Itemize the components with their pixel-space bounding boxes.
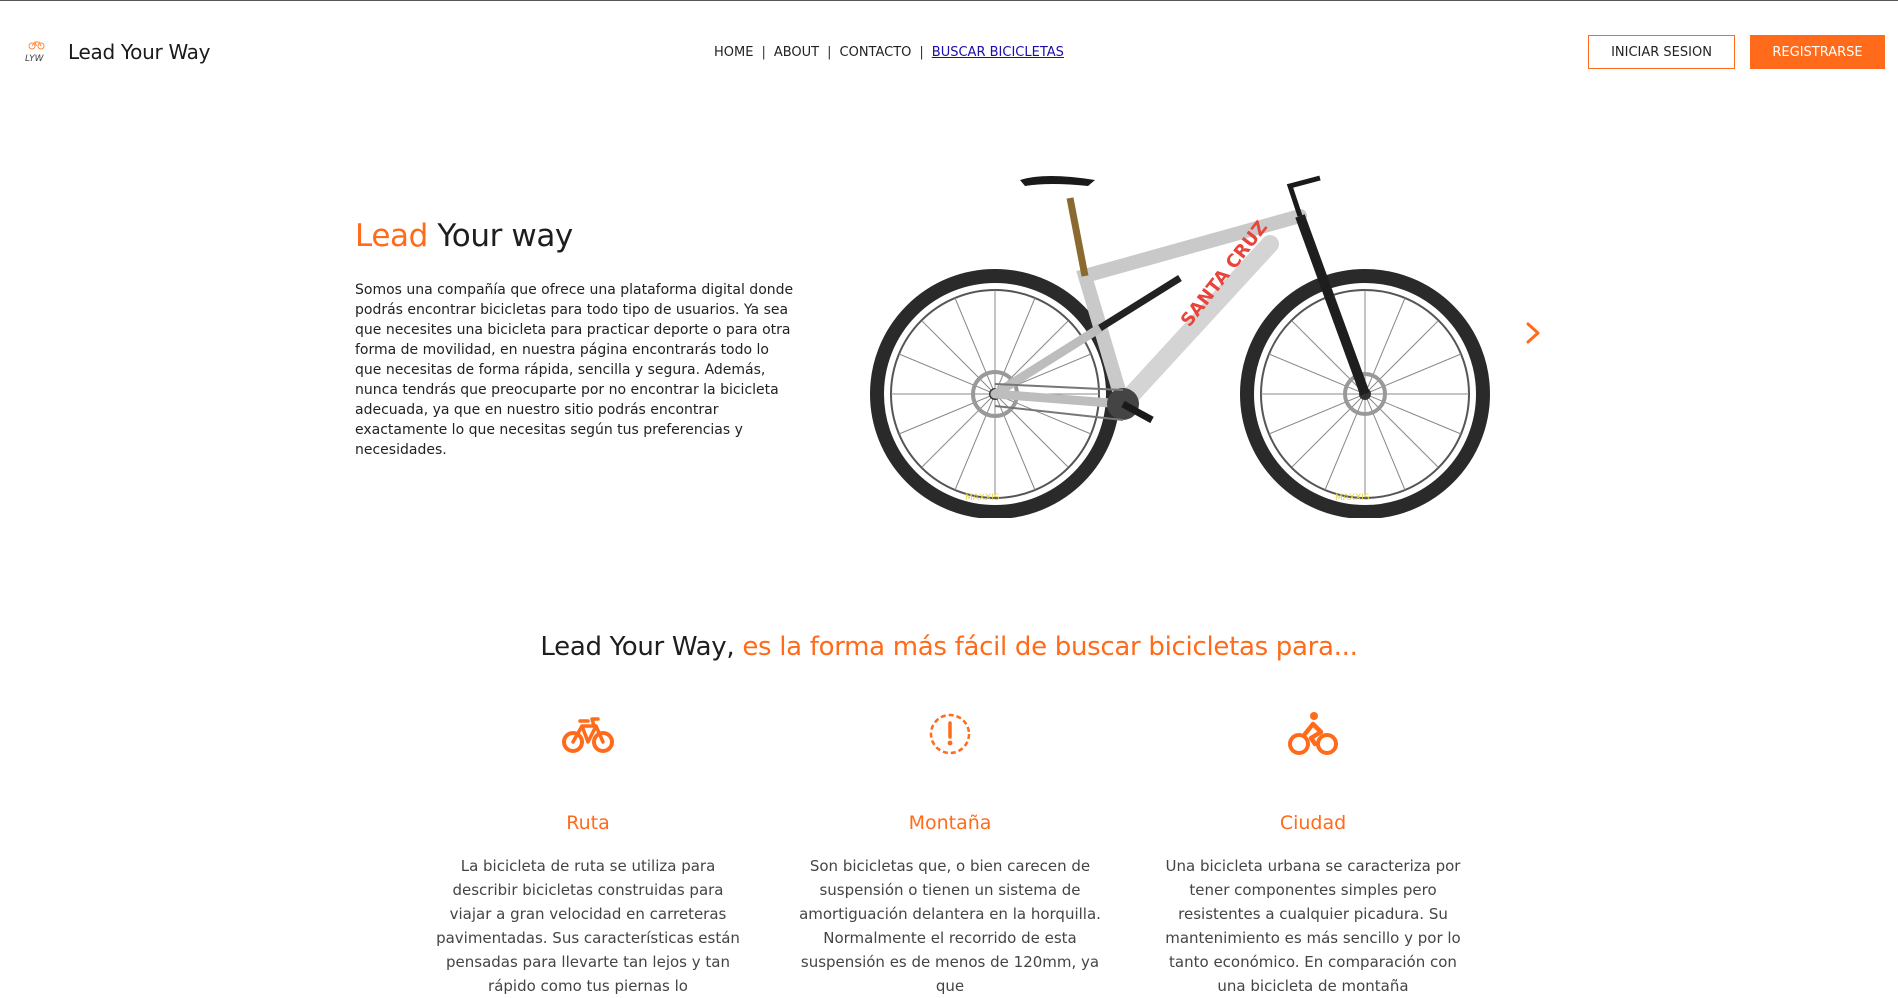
category-card-montana: Montaña Son bicicletas que, o bien carec… — [795, 710, 1105, 998]
nav-separator: | — [919, 45, 924, 60]
brand-name[interactable]: Lead Your Way — [68, 40, 210, 64]
road-bike-icon — [562, 717, 614, 753]
alert-circle-icon — [929, 713, 971, 755]
register-button[interactable]: REGISTRARSE — [1750, 35, 1885, 69]
svg-text:MAXXIS: MAXXIS — [1335, 493, 1370, 503]
category-card-ruta: Ruta La bicicleta de ruta se utiliza par… — [433, 710, 743, 998]
hero-description: Somos una compañía que ofrece una plataf… — [355, 282, 794, 458]
main-nav: HOME | ABOUT | CONTACTO | BUSCAR BICICLETAS — [714, 45, 1064, 60]
nav-separator: | — [827, 45, 832, 60]
hero-title: Lead Your way — [355, 218, 573, 254]
category-description: Son bicicletas que, o bien carecen de su… — [799, 857, 1101, 995]
svg-text:MAXXIS: MAXXIS — [965, 493, 1000, 503]
cyclist-icon — [1288, 712, 1338, 755]
category-card-ciudad: Ciudad Una bicicleta urbana se caracteri… — [1158, 710, 1468, 998]
chevron-right-icon[interactable] — [1522, 318, 1544, 348]
section-title-brand: Lead Your Way, — [540, 632, 735, 662]
nav-about[interactable]: ABOUT — [774, 45, 819, 60]
category-description: La bicicleta de ruta se utiliza para des… — [436, 857, 740, 995]
mountain-bike-image: SANTA CRUZ MAXXIS MAXXIS — [870, 175, 1490, 518]
nav-buscar-bicicletas[interactable]: BUSCAR BICICLETAS — [932, 45, 1064, 60]
bike-logo-icon[interactable]: LYW — [24, 40, 52, 64]
section-title-accent: es la forma más fácil de buscar biciclet… — [742, 632, 1358, 662]
login-button[interactable]: INICIAR SESION — [1588, 35, 1735, 69]
category-name: Ruta — [566, 812, 610, 834]
hero-title-accent: Lead — [355, 218, 428, 254]
nav-separator: | — [761, 45, 766, 60]
hero-title-rest: Your way — [437, 218, 573, 254]
section-title: Lead Your Way, es la forma más fácil de … — [0, 632, 1898, 662]
category-description: Una bicicleta urbana se caracteriza por … — [1165, 857, 1461, 995]
category-name: Ciudad — [1279, 812, 1347, 834]
svg-text:LYW: LYW — [25, 54, 45, 64]
top-border — [0, 0, 1898, 1]
category-name: Montaña — [908, 812, 992, 834]
nav-contacto[interactable]: CONTACTO — [840, 45, 912, 60]
nav-home[interactable]: HOME — [714, 45, 753, 60]
